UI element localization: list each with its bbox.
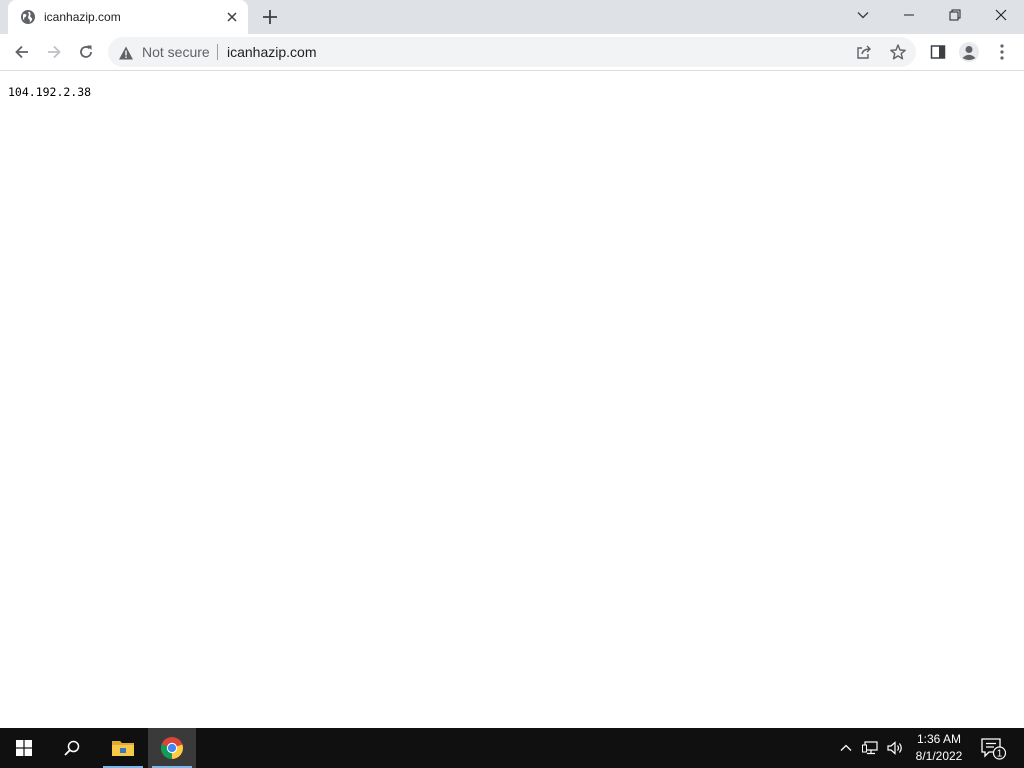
side-panel-icon[interactable]	[924, 38, 952, 66]
arrow-left-icon[interactable]	[8, 38, 36, 66]
star-icon[interactable]	[889, 43, 907, 61]
tab-title: icanhazip.com	[44, 10, 121, 24]
clock-date: 8/1/2022	[915, 749, 963, 763]
volume-icon[interactable]	[885, 738, 905, 758]
notification-icon[interactable]: 1	[980, 736, 1006, 760]
arrow-right-icon[interactable]	[40, 38, 68, 66]
warning-icon[interactable]	[118, 45, 134, 61]
divider	[217, 44, 218, 60]
minimize-icon[interactable]	[886, 0, 932, 30]
restore-icon[interactable]	[932, 0, 978, 30]
chevron-up-icon[interactable]	[836, 738, 856, 758]
url-text[interactable]: icanhazip.com	[227, 44, 317, 60]
profile-icon[interactable]	[955, 38, 983, 66]
search-icon[interactable]	[48, 728, 96, 768]
address-bar[interactable]: Not secure icanhazip.com	[108, 37, 916, 67]
chevron-down-icon[interactable]	[840, 0, 886, 30]
browser-toolbar: Not secure icanhazip.com	[0, 34, 1024, 71]
reload-icon[interactable]	[72, 38, 100, 66]
taskbar: 1:36 AM 8/1/2022 1	[0, 728, 1024, 768]
notification-count: 1	[997, 749, 1003, 760]
browser-tab[interactable]: icanhazip.com	[8, 0, 248, 34]
tab-strip: icanhazip.com	[0, 0, 1024, 34]
chrome-icon[interactable]	[148, 728, 196, 768]
windows-start-icon[interactable]	[0, 728, 48, 768]
ip-address-text: 104.192.2.38	[8, 85, 92, 99]
page-content: 104.192.2.38	[0, 72, 1024, 728]
system-clock[interactable]: 1:36 AM 8/1/2022	[906, 731, 972, 765]
globe-icon	[20, 9, 36, 25]
file-explorer-icon[interactable]	[99, 728, 147, 768]
close-icon[interactable]	[978, 0, 1024, 30]
network-icon[interactable]	[861, 738, 881, 758]
security-label[interactable]: Not secure	[142, 44, 210, 60]
clock-time: 1:36 AM	[916, 732, 962, 746]
close-icon[interactable]	[224, 9, 240, 25]
share-icon[interactable]	[856, 44, 872, 60]
plus-icon[interactable]	[260, 7, 280, 27]
more-vert-icon[interactable]	[988, 38, 1016, 66]
